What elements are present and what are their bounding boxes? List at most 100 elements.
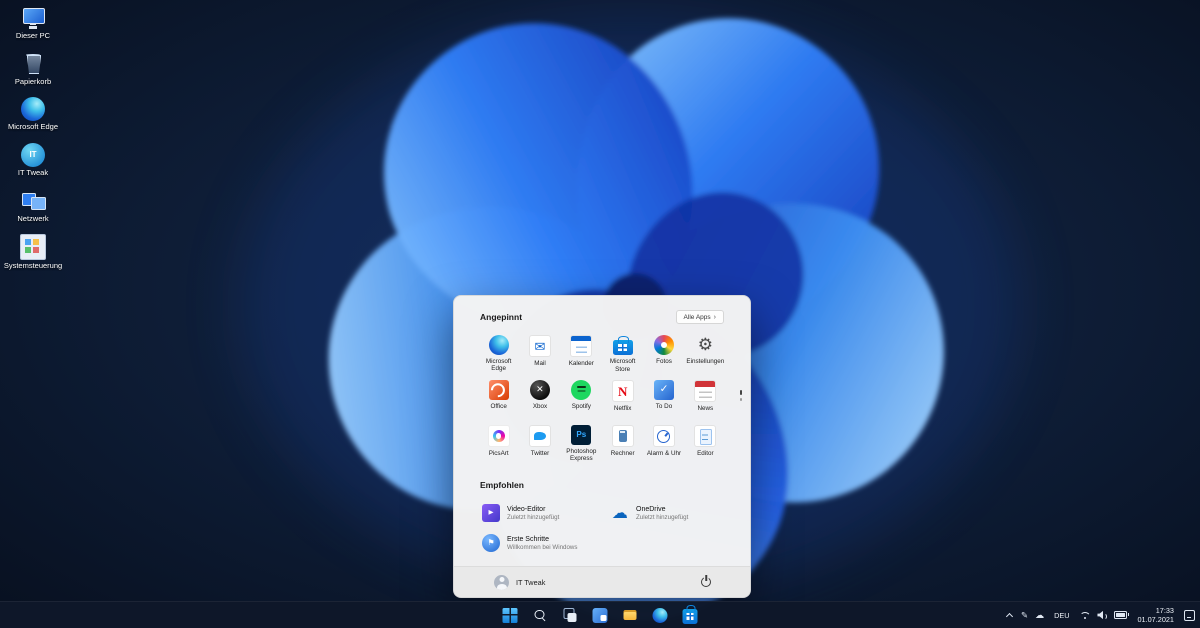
taskbar: ✎ ☁ DEU 17:33 01.07.2021	[0, 601, 1200, 628]
pinned-app-label: Xbox	[533, 403, 547, 410]
desktop-icon-label: Dieser PC	[16, 32, 50, 41]
recommended-item-title: OneDrive	[636, 506, 688, 513]
taskbar-button[interactable]	[530, 605, 551, 626]
pinned-app[interactable]: Spotify	[561, 377, 602, 420]
battery-button[interactable]	[1114, 611, 1127, 619]
pinned-app-label: Office	[490, 403, 506, 410]
recommended-item-subtitle: Willkommen bei Windows	[507, 544, 578, 551]
pinned-app[interactable]: Photoshop Express	[561, 422, 602, 465]
power-button[interactable]	[696, 572, 716, 592]
pinned-app[interactable]: Einstellungen	[685, 332, 726, 375]
calendar-icon	[570, 335, 592, 357]
desktop-icon[interactable]: Netzwerk	[3, 189, 63, 224]
recommended-item[interactable]: Erste Schritte Willkommen bei Windows	[478, 531, 597, 555]
pinned-app-label: Microsoft Edge	[478, 358, 519, 373]
photos-icon	[654, 335, 674, 355]
pinned-section-title: Angepinnt	[480, 312, 522, 322]
pinned-app-label: PicsArt	[489, 450, 509, 457]
power-icon	[701, 577, 711, 587]
pinned-app-label: Editor	[697, 450, 713, 457]
pinned-app-label: Einstellungen	[686, 358, 724, 365]
recycle-bin-icon	[21, 52, 45, 76]
desktop-icon[interactable]: Papierkorb	[3, 52, 63, 87]
taskbar-button[interactable]	[590, 605, 611, 626]
pinned-app[interactable]: Kalender	[561, 332, 602, 375]
desktop-icon-label: Microsoft Edge	[8, 123, 58, 132]
recommended-section-title: Empfohlen	[480, 480, 524, 490]
pinned-app[interactable]: Microsoft Edge	[478, 332, 519, 375]
wifi-button[interactable]	[1079, 611, 1090, 620]
taskbar-button[interactable]	[650, 605, 671, 626]
user-profile-button[interactable]: IT Tweak	[488, 572, 551, 593]
search-icon	[533, 608, 548, 623]
desktop-icon[interactable]: IT Tweak	[3, 143, 63, 178]
start-menu: Angepinnt Alle Apps › Microsoft Edge Mai	[453, 295, 751, 598]
start-icon	[503, 608, 518, 623]
action-center-button[interactable]	[1184, 610, 1195, 621]
taskbar-center-icons	[500, 602, 701, 628]
language-indicator[interactable]: DEU	[1051, 609, 1072, 622]
pinned-app-label: News	[697, 405, 713, 412]
pinned-app[interactable]: PicsArt	[478, 422, 519, 465]
pinned-app[interactable]: Microsoft Store	[602, 332, 643, 375]
desktop-icon[interactable]: Systemsteuerung	[3, 234, 63, 271]
editor-icon	[694, 425, 716, 447]
pinned-app[interactable]: Fotos	[643, 332, 684, 375]
pinned-app[interactable]: Alarm & Uhr	[643, 422, 684, 465]
tray-date: 01.07.2021	[1137, 615, 1174, 624]
taskbar-button[interactable]	[560, 605, 581, 626]
recommended-item-title: Video-Editor	[507, 506, 559, 513]
user-name: IT Tweak	[516, 578, 545, 587]
recommended-item[interactable]: OneDrive Zuletzt hinzugefügt	[607, 501, 726, 525]
onedrive-icon	[611, 504, 629, 522]
recommended-item[interactable]: Video-Editor Zuletzt hinzugefügt	[478, 501, 597, 525]
desktop-icon-label: IT Tweak	[18, 169, 48, 178]
pinned-app-label: Microsoft Store	[602, 358, 643, 373]
pinned-app-label: Mail	[534, 360, 546, 367]
pinned-app[interactable]: Mail	[519, 332, 560, 375]
network-icon	[21, 189, 45, 213]
pen-icon[interactable]: ✎	[1021, 611, 1028, 620]
pinned-app[interactable]: Office	[478, 377, 519, 420]
pinned-apps-grid: Microsoft Edge Mail Kalender Microsoft S…	[478, 332, 726, 465]
all-apps-button[interactable]: Alle Apps ›	[676, 310, 724, 324]
pinned-app[interactable]: Xbox	[519, 377, 560, 420]
computer-icon	[21, 6, 45, 30]
taskbar-button[interactable]	[680, 605, 701, 626]
pinned-app[interactable]: Netflix	[602, 377, 643, 420]
pinned-app-label: Spotify	[572, 403, 591, 410]
taskbar-button[interactable]	[620, 605, 641, 626]
volume-button[interactable]	[1097, 611, 1107, 620]
pinned-app[interactable]: News	[685, 377, 726, 420]
xbox-icon	[530, 380, 550, 400]
onedrive-cloud-icon[interactable]: ☁	[1035, 611, 1044, 620]
edge-icon	[21, 97, 45, 121]
calculator-icon	[612, 425, 634, 447]
edge-icon	[653, 608, 668, 623]
recommended-list: Video-Editor Zuletzt hinzugefügt OneDriv…	[478, 501, 726, 555]
desktop-icon[interactable]: Dieser PC	[3, 6, 63, 41]
todo-icon	[654, 380, 674, 400]
get-started-icon	[482, 534, 500, 552]
photoshop-icon	[571, 425, 591, 445]
pinned-app[interactable]: Rechner	[602, 422, 643, 465]
office-icon	[489, 380, 509, 400]
it-tweak-icon	[21, 143, 45, 167]
pinned-app[interactable]: To Do	[643, 377, 684, 420]
pinned-app-label: Alarm & Uhr	[647, 450, 681, 457]
widgets-icon	[593, 608, 608, 623]
pinned-app[interactable]: Twitter	[519, 422, 560, 465]
clock-button[interactable]: 17:33 01.07.2021	[1134, 605, 1177, 625]
page-dot	[740, 390, 743, 395]
desktop-icon-label: Systemsteuerung	[4, 262, 62, 271]
hidden-icons-chevron[interactable]	[1006, 611, 1014, 619]
pinned-scroll-dots[interactable]	[740, 390, 743, 401]
volume-icon	[1097, 611, 1107, 620]
pinned-app[interactable]: Editor	[685, 422, 726, 465]
wifi-icon	[1079, 611, 1090, 620]
desktop-icon[interactable]: Microsoft Edge	[3, 97, 63, 132]
pinned-app-label: Rechner	[611, 450, 635, 457]
recommended-item-subtitle: Zuletzt hinzugefügt	[507, 514, 559, 521]
page-dot	[740, 398, 743, 401]
taskbar-button[interactable]	[500, 605, 521, 626]
